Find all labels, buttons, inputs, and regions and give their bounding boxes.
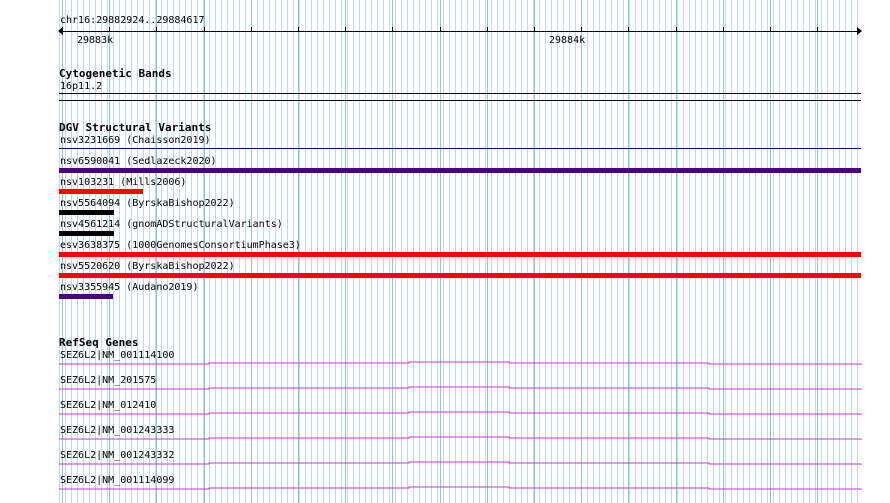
ruler-tick (345, 27, 346, 32)
ruler-tick (62, 27, 63, 32)
variant-label[interactable]: nsv6590041 (Sedlazeck2020) (60, 156, 217, 167)
ruler-tick-label-29883k: 29883k (77, 35, 114, 46)
track-separator (59, 100, 861, 101)
variant-label[interactable]: esv3638375 (1000GenomesConsortiumPhase3) (60, 240, 301, 251)
variant-label[interactable]: nsv3355945 (Audano2019) (60, 282, 198, 293)
ruler-tick (440, 27, 441, 32)
scroll-right-arrow-icon[interactable] (857, 27, 862, 35)
cytoband-bar[interactable] (59, 93, 861, 94)
variant-label[interactable]: nsv103231 (Mills2006) (60, 177, 186, 188)
gene-model[interactable] (59, 483, 862, 503)
ruler-tick (204, 27, 205, 32)
gene-model[interactable] (59, 433, 862, 453)
track-title-refseq-genes[interactable]: RefSeq Genes (59, 337, 138, 348)
ruler-tick (392, 27, 393, 32)
ruler-tick (109, 27, 110, 32)
region-label: chr16:29882924..29884617 (60, 15, 205, 26)
track-title-dgv-structural-variants[interactable]: DGV Structural Variants (59, 122, 211, 133)
variant-bar[interactable] (59, 294, 113, 299)
variant-label[interactable]: nsv3231669 (Chaisson2019) (60, 135, 211, 146)
ruler-tick-label-29884k: 29884k (549, 35, 586, 46)
ruler-tick (487, 27, 488, 32)
ruler-tick (628, 27, 629, 32)
ruler-axis (62, 31, 858, 32)
gene-structure-line[interactable] (59, 461, 862, 465)
gene-model[interactable] (59, 408, 862, 428)
ruler-tick (251, 27, 252, 32)
track-title-cytogenetic-bands[interactable]: Cytogenetic Bands (59, 68, 172, 79)
variant-bar[interactable] (59, 252, 861, 257)
variant-bar[interactable] (59, 210, 114, 215)
gene-structure-line[interactable] (59, 436, 862, 440)
gene-structure-line[interactable] (59, 411, 862, 415)
cytoband-label[interactable]: 16p11.2 (60, 81, 102, 92)
ruler-tick (723, 27, 724, 32)
ruler-tick (817, 27, 818, 32)
genome-browser-view: chr16:29882924..29884617 29883k 29884k C… (0, 0, 890, 503)
variant-label[interactable]: nsv4561214 (gnomADStructuralVariants) (60, 219, 283, 230)
variant-bar[interactable] (59, 148, 861, 149)
ruler-tick (770, 27, 771, 32)
variant-label[interactable]: nsv5520620 (ByrskaBishop2022) (60, 261, 235, 272)
variant-bar[interactable] (59, 273, 861, 278)
gene-structure-line[interactable] (59, 361, 862, 365)
ruler-tick (156, 27, 157, 32)
variant-bar[interactable] (59, 189, 143, 194)
ruler-tick (298, 27, 299, 32)
variant-bar[interactable] (59, 231, 114, 236)
variant-label[interactable]: nsv5564094 (ByrskaBishop2022) (60, 198, 235, 209)
gene-model[interactable] (59, 358, 862, 378)
gene-structure-line[interactable] (59, 486, 862, 490)
gene-model[interactable] (59, 383, 862, 403)
ruler-tick (581, 27, 582, 32)
variant-bar[interactable] (59, 168, 861, 173)
ruler-tick (534, 27, 535, 32)
gene-model[interactable] (59, 458, 862, 478)
ruler-tick (676, 27, 677, 32)
gene-structure-line[interactable] (59, 386, 862, 390)
